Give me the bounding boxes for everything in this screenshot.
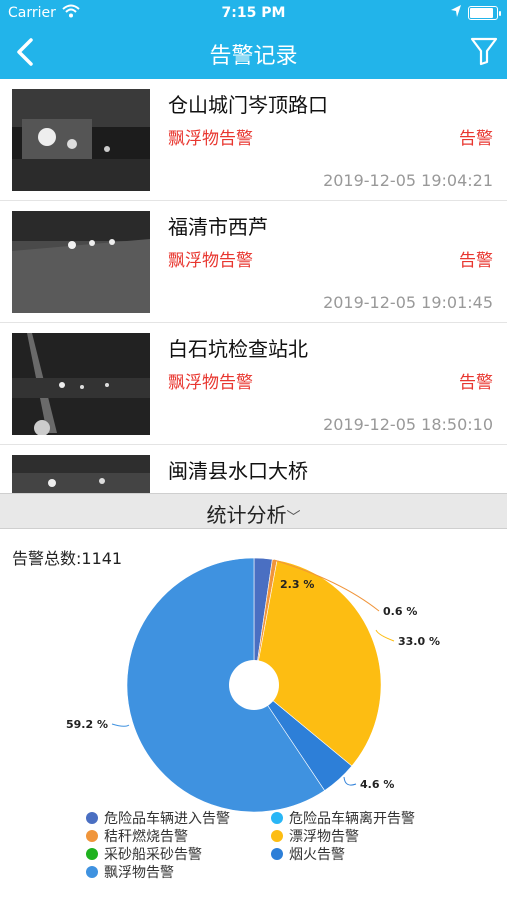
alarm-location: 闽清县水口大桥: [168, 459, 308, 483]
alarm-item[interactable]: 闽清县水口大桥: [0, 445, 507, 493]
battery-icon: [468, 6, 501, 20]
stats-toggle[interactable]: 统计分析﹀: [0, 493, 507, 529]
alarm-location: 仓山城门岑顶路口: [168, 93, 328, 117]
alarm-tag: 告警: [459, 373, 493, 393]
camera-snapshot: [12, 89, 150, 191]
label-leader-line: [375, 629, 395, 642]
legend-swatch: [271, 848, 283, 860]
legend-label: 采砂船采砂告警: [104, 847, 202, 863]
alarm-location: 福清市西芦: [168, 215, 268, 239]
alarm-type: 飘浮物告警: [168, 373, 253, 393]
alarm-time: 2019-12-05 18:50:10: [323, 415, 493, 434]
stats-label: 统计分析: [206, 503, 287, 527]
alarm-type: 飘浮物告警: [168, 129, 253, 149]
legend-swatch: [86, 812, 98, 824]
legend-item: 烟火告警: [271, 844, 345, 864]
label-leader-line: [111, 723, 130, 727]
legend-swatch: [86, 830, 98, 842]
data-label: 59.2 %: [66, 718, 108, 731]
alarm-location: 白石坑检查站北: [168, 337, 308, 361]
legend-label: 烟火告警: [289, 847, 345, 863]
legend-label: 飘浮物告警: [104, 865, 174, 881]
camera-snapshot: [12, 455, 150, 493]
clock: 7:15 PM: [221, 5, 286, 21]
legend-label: 秸秆燃烧告警: [104, 829, 188, 845]
camera-snapshot: [12, 211, 150, 313]
legend-label: 危险品车辆进入告警: [104, 811, 230, 827]
battery-fill: [470, 8, 493, 18]
status-bar: Carrier 7:15 PM: [0, 0, 507, 26]
legend-item: 飘浮物告警: [86, 862, 174, 882]
filter-icon[interactable]: [470, 36, 498, 66]
chevron-down-icon: ﹀: [286, 510, 301, 526]
alarm-tag: 告警: [459, 251, 493, 271]
alarm-tag: 告警: [459, 129, 493, 149]
alarm-list: 仓山城门岑顶路口 飘浮物告警 告警 2019-12-05 19:04:21 福清…: [0, 79, 507, 493]
location-arrow-icon: [450, 4, 462, 22]
data-label: 0.6 %: [383, 605, 417, 618]
data-label: 2.3 %: [280, 578, 314, 591]
data-label: 33.0 %: [398, 635, 440, 648]
page-title: 告警记录: [209, 44, 298, 69]
label-leader-line: [343, 776, 357, 786]
alarm-time: 2019-12-05 19:04:21: [323, 171, 493, 190]
legend-swatch: [271, 812, 283, 824]
camera-snapshot: [12, 333, 150, 435]
donut-hole: [229, 660, 279, 710]
pie-chart: 2.3 % 0.6 % 33.0 % 4.6 % 59.2 %: [0, 540, 507, 820]
alarm-item[interactable]: 白石坑检查站北 飘浮物告警 告警 2019-12-05 18:50:10: [0, 323, 507, 445]
legend-item: 漂浮物告警: [271, 826, 359, 846]
nav-bar: 告警记录: [0, 26, 507, 79]
legend-item: 秸秆燃烧告警: [86, 826, 188, 846]
alarm-time: 2019-12-05 19:01:45: [323, 293, 493, 312]
legend-item: 危险品车辆离开告警: [271, 808, 415, 828]
legend-swatch: [86, 866, 98, 878]
legend-swatch: [86, 848, 98, 860]
legend-label: 危险品车辆离开告警: [289, 811, 415, 827]
legend-swatch: [271, 830, 283, 842]
alarm-item[interactable]: 福清市西芦 飘浮物告警 告警 2019-12-05 19:01:45: [0, 201, 507, 323]
legend-item: 危险品车辆进入告警: [86, 808, 230, 828]
legend-label: 漂浮物告警: [289, 829, 359, 845]
pie-chart-svg: 2.3 % 0.6 % 33.0 % 4.6 % 59.2 %: [66, 557, 440, 813]
alarm-type: 飘浮物告警: [168, 251, 253, 271]
data-label: 4.6 %: [360, 778, 394, 791]
alarm-item[interactable]: 仓山城门岑顶路口 飘浮物告警 告警 2019-12-05 19:04:21: [0, 79, 507, 201]
legend-item: 采砂船采砂告警: [86, 844, 202, 864]
